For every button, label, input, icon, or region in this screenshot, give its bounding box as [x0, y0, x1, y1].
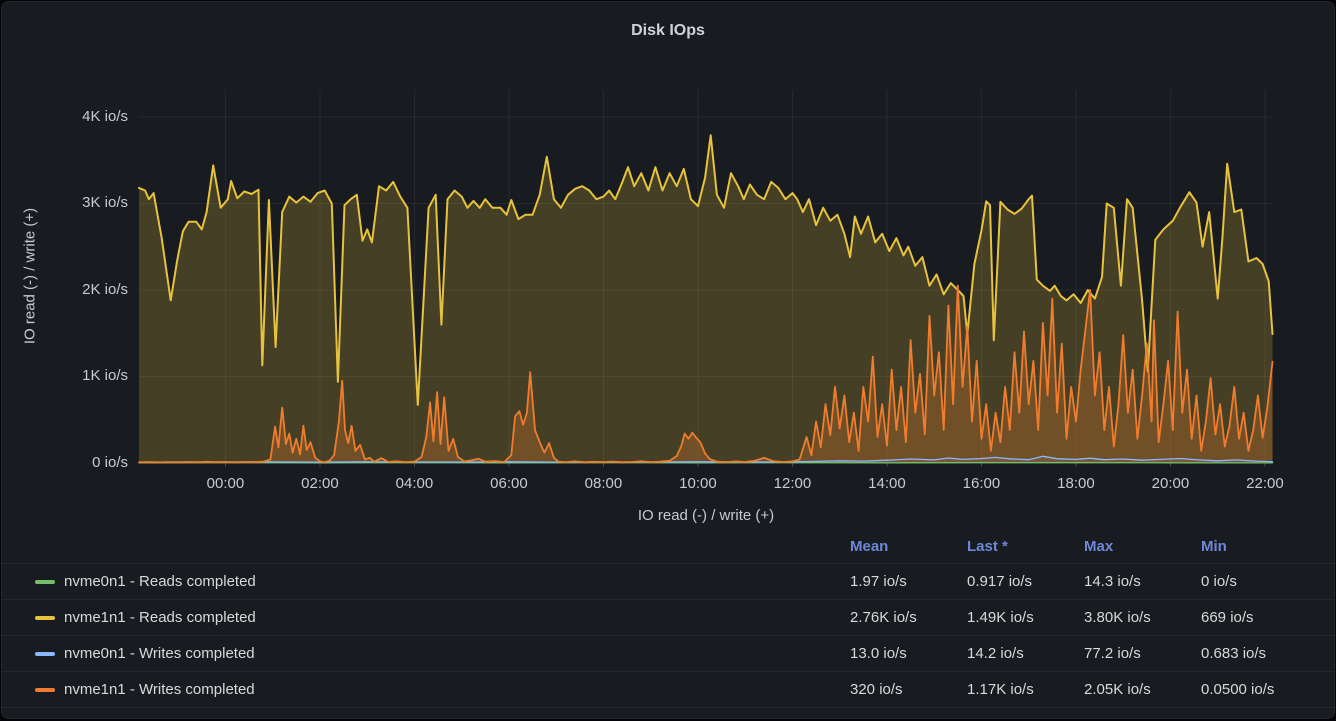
x-tick-label: 04:00	[379, 475, 449, 492]
x-tick-label: 12:00	[757, 475, 827, 492]
legend-max-value: 3.80K io/s	[1084, 609, 1201, 626]
x-tick-label: 00:00	[190, 475, 260, 492]
legend-min-value: 669 io/s	[1201, 609, 1318, 626]
y-axis-title: IO read (-) / write (+)	[22, 208, 39, 344]
legend-last-value: 1.49K io/s	[967, 609, 1084, 626]
x-tick-label: 20:00	[1135, 475, 1205, 492]
series-color-swatch[interactable]	[35, 652, 55, 656]
series-color-swatch[interactable]	[35, 580, 55, 584]
legend-max-value: 77.2 io/s	[1084, 645, 1201, 662]
iops-chart-svg[interactable]	[139, 90, 1273, 463]
legend-last-value: 1.17K io/s	[967, 681, 1084, 698]
x-tick-label: 14:00	[852, 475, 922, 492]
y-tick-label: 3K io/s	[38, 193, 128, 213]
y-tick-label: 4K io/s	[38, 107, 128, 127]
legend-mean-value: 1.97 io/s	[850, 573, 967, 590]
y-tick-label: 0 io/s	[38, 453, 128, 473]
plot-area[interactable]	[139, 90, 1273, 463]
series-label[interactable]: nvme0n1 - Reads completed	[64, 573, 256, 590]
legend-header-max[interactable]: Max	[1084, 538, 1201, 555]
y-tick-label: 1K io/s	[38, 366, 128, 386]
legend-header-min[interactable]: Min	[1201, 538, 1318, 555]
legend-min-value: 0.0500 io/s	[1201, 681, 1318, 698]
legend-last-value: 14.2 io/s	[967, 645, 1084, 662]
legend-mean-value: 13.0 io/s	[850, 645, 967, 662]
legend-max-value: 2.05K io/s	[1084, 681, 1201, 698]
disk-iops-panel: Disk IOps IO read (-) / write (+) IO rea…	[1, 1, 1335, 719]
legend-mean-value: 320 io/s	[850, 681, 967, 698]
legend-header-last[interactable]: Last *	[967, 538, 1084, 555]
x-tick-label: 18:00	[1041, 475, 1111, 492]
y-tick-label: 2K io/s	[38, 280, 128, 300]
series-color-swatch[interactable]	[35, 688, 55, 692]
x-tick-label: 10:00	[663, 475, 733, 492]
series-color-swatch[interactable]	[35, 616, 55, 620]
legend-table: Mean Last * Max Min nvme0n1 - Reads comp…	[2, 530, 1334, 708]
series-label[interactable]: nvme1n1 - Writes completed	[64, 681, 255, 698]
series-label[interactable]: nvme0n1 - Writes completed	[64, 645, 255, 662]
x-axis-title: IO read (-) / write (+)	[139, 507, 1273, 524]
legend-min-value: 0.683 io/s	[1201, 645, 1318, 662]
legend-row: nvme1n1 - Reads completed 2.76K io/s 1.4…	[2, 600, 1334, 636]
x-tick-label: 22:00	[1230, 475, 1300, 492]
legend-mean-value: 2.76K io/s	[850, 609, 967, 626]
x-tick-label: 08:00	[568, 475, 638, 492]
legend-last-value: 0.917 io/s	[967, 573, 1084, 590]
x-tick-label: 02:00	[285, 475, 355, 492]
legend-row: nvme0n1 - Reads completed 1.97 io/s 0.91…	[2, 564, 1334, 600]
x-tick-label: 06:00	[474, 475, 544, 492]
series-label[interactable]: nvme1n1 - Reads completed	[64, 609, 256, 626]
legend-row: nvme1n1 - Writes completed 320 io/s 1.17…	[2, 672, 1334, 708]
legend-max-value: 14.3 io/s	[1084, 573, 1201, 590]
legend-min-value: 0 io/s	[1201, 573, 1318, 590]
legend-header-mean[interactable]: Mean	[850, 538, 967, 555]
x-tick-label: 16:00	[946, 475, 1016, 492]
legend-header-row: Mean Last * Max Min	[2, 530, 1334, 564]
legend-row: nvme0n1 - Writes completed 13.0 io/s 14.…	[2, 636, 1334, 672]
panel-title[interactable]: Disk IOps	[2, 22, 1334, 40]
